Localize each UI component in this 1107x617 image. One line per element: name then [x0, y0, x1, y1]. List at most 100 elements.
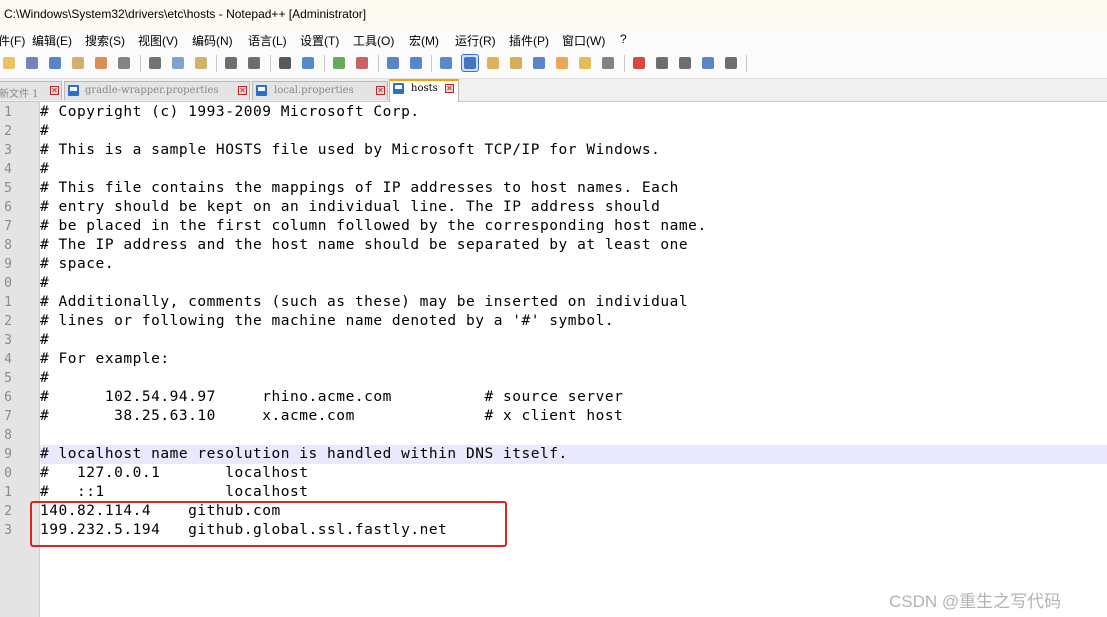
show-all-characters-icon-glyph — [440, 57, 452, 69]
editor-line[interactable]: 1 # Additionally, comments (such as these… — [0, 293, 1107, 312]
tab-label: gradle-wrapper.properties — [85, 85, 219, 96]
toolbar-separator — [270, 55, 271, 72]
document-list-icon[interactable] — [531, 55, 547, 71]
watermark: CSDN @重生之写代码 — [889, 592, 1062, 611]
redo-icon[interactable] — [246, 55, 262, 71]
monitoring-icon[interactable] — [600, 55, 616, 71]
function-list-icon[interactable] — [554, 55, 570, 71]
document-map-icon[interactable] — [508, 55, 524, 71]
editor-line[interactable]: 6 # entry should be kept on an individual… — [0, 198, 1107, 217]
line-text: # For example: — [40, 351, 170, 367]
line-number: 2 — [4, 314, 12, 329]
toolbar-separator — [431, 55, 432, 72]
menu-encoding[interactable]: 编码(N) — [192, 32, 233, 49]
close-all-icon[interactable] — [93, 55, 109, 71]
cut-icon[interactable] — [147, 55, 163, 71]
print-icon[interactable] — [116, 55, 132, 71]
tab-hosts[interactable]: hosts ✕ — [389, 79, 459, 102]
menu-run[interactable]: 运行(R) — [455, 32, 496, 49]
word-wrap-icon-glyph — [410, 57, 422, 69]
title-bar: C:\Windows\System32\drivers\etc\hosts - … — [0, 0, 1107, 31]
replace-icon[interactable] — [300, 55, 316, 71]
find-icon[interactable] — [277, 55, 293, 71]
run-macro-multiple-icon[interactable] — [700, 55, 716, 71]
line-text: # entry should be kept on an individual … — [40, 199, 661, 215]
zoom-out-icon[interactable] — [354, 55, 370, 71]
open-folder-icon-glyph — [3, 57, 15, 69]
play-macro-icon[interactable] — [677, 55, 693, 71]
editor-line[interactable]: 7 # 38.25.63.10 x.acme.com # x client hos… — [0, 407, 1107, 426]
menu-settings[interactable]: 设置(T) — [300, 32, 339, 49]
user-defined-language-icon[interactable] — [485, 55, 501, 71]
tab-bar: 新文件 1 ✕ gradle-wrapper.properties ✕ loca… — [0, 79, 1107, 103]
paste-icon[interactable] — [193, 55, 209, 71]
menu-help[interactable]: ? — [620, 32, 627, 46]
editor-line[interactable]: 1 # ::1 localhost — [0, 483, 1107, 502]
close-file-icon-glyph — [72, 57, 84, 69]
tab-close-icon[interactable]: ✕ — [376, 86, 385, 95]
editor-line[interactable]: 9 # space. — [0, 255, 1107, 274]
tab-close-icon[interactable]: ✕ — [445, 84, 454, 93]
line-text: # — [40, 275, 50, 291]
save-macro-icon[interactable] — [723, 55, 739, 71]
indent-guide-icon-glyph — [464, 57, 476, 69]
menu-file[interactable]: 件(F) — [0, 32, 25, 49]
tab-local-properties[interactable]: local.properties ✕ — [252, 81, 388, 100]
editor-line[interactable]: 2 # — [0, 122, 1107, 141]
menu-plugins[interactable]: 插件(P) — [509, 32, 549, 49]
save-icon-glyph — [26, 57, 38, 69]
editor-line[interactable]: 5 # — [0, 369, 1107, 388]
replace-icon-glyph — [302, 57, 314, 69]
line-text: # — [40, 370, 50, 386]
editor-line[interactable]: 0 # 127.0.0.1 localhost — [0, 464, 1107, 483]
save-all-icon[interactable] — [47, 55, 63, 71]
menu-tools[interactable]: 工具(O) — [353, 32, 394, 49]
editor-line[interactable]: 8 — [0, 426, 1107, 445]
show-all-characters-icon[interactable] — [438, 55, 454, 71]
editor-line[interactable]: 9 # localhost name resolution is handled … — [4, 445, 1107, 464]
play-macro-icon-glyph — [679, 57, 691, 69]
menu-window[interactable]: 窗口(W) — [562, 32, 605, 49]
close-file-icon[interactable] — [70, 55, 86, 71]
menu-search[interactable]: 搜索(S) — [85, 32, 125, 49]
copy-icon[interactable] — [170, 55, 186, 71]
editor-line[interactable]: 3 # This is a sample HOSTS file used by M… — [0, 141, 1107, 160]
menu-macro[interactable]: 宏(M) — [409, 32, 439, 49]
undo-icon-glyph — [225, 57, 237, 69]
tab-new-file-1[interactable]: 新文件 1 ✕ — [0, 81, 62, 100]
document-list-icon-glyph — [533, 57, 545, 69]
menu-edit[interactable]: 编辑(E) — [32, 32, 72, 49]
editor-line[interactable]: 3 # — [0, 331, 1107, 350]
user-defined-language-icon-glyph — [487, 57, 499, 69]
zoom-in-icon[interactable] — [331, 55, 347, 71]
menu-language[interactable]: 语言(L) — [248, 32, 287, 49]
line-text: # This file contains the mappings of IP … — [40, 180, 679, 196]
folder-as-workspace-icon[interactable] — [577, 55, 593, 71]
editor-line[interactable]: 1 # Copyright (c) 1993-2009 Microsoft Cor… — [0, 103, 1107, 122]
window-title: C:\Windows\System32\drivers\etc\hosts - … — [4, 7, 367, 21]
line-number: 7 — [4, 219, 12, 234]
word-wrap-icon[interactable] — [408, 55, 424, 71]
editor-line[interactable]: 7 # be placed in the first column followe… — [0, 217, 1107, 236]
open-folder-icon[interactable] — [1, 55, 17, 71]
menu-view[interactable]: 视图(V) — [138, 32, 178, 49]
zoom-in-icon-glyph — [333, 57, 345, 69]
editor-line[interactable]: 6 # 102.54.94.97 rhino.acme.com # source … — [0, 388, 1107, 407]
stop-recording-icon[interactable] — [654, 55, 670, 71]
tab-close-icon[interactable]: ✕ — [238, 86, 247, 95]
tab-close-icon[interactable]: ✕ — [50, 86, 59, 95]
editor-line[interactable]: 2 # lines or following the machine name d… — [0, 312, 1107, 331]
save-icon[interactable] — [24, 55, 40, 71]
tab-gradle-wrapper-properties[interactable]: gradle-wrapper.properties ✕ — [64, 81, 250, 100]
monitoring-icon-glyph — [602, 57, 614, 69]
paste-icon-glyph — [195, 57, 207, 69]
sync-scroll-icon[interactable] — [385, 55, 401, 71]
editor-line[interactable]: 4 # For example: — [0, 350, 1107, 369]
indent-guide-icon[interactable] — [461, 54, 479, 72]
undo-icon[interactable] — [223, 55, 239, 71]
editor-line[interactable]: 0 # — [0, 274, 1107, 293]
editor-line[interactable]: 5 # This file contains the mappings of IP… — [0, 179, 1107, 198]
editor-line[interactable]: 4 # — [0, 160, 1107, 179]
record-macro-icon[interactable] — [631, 55, 647, 71]
editor-line[interactable]: 8 # The IP address and the host name shou… — [0, 236, 1107, 255]
